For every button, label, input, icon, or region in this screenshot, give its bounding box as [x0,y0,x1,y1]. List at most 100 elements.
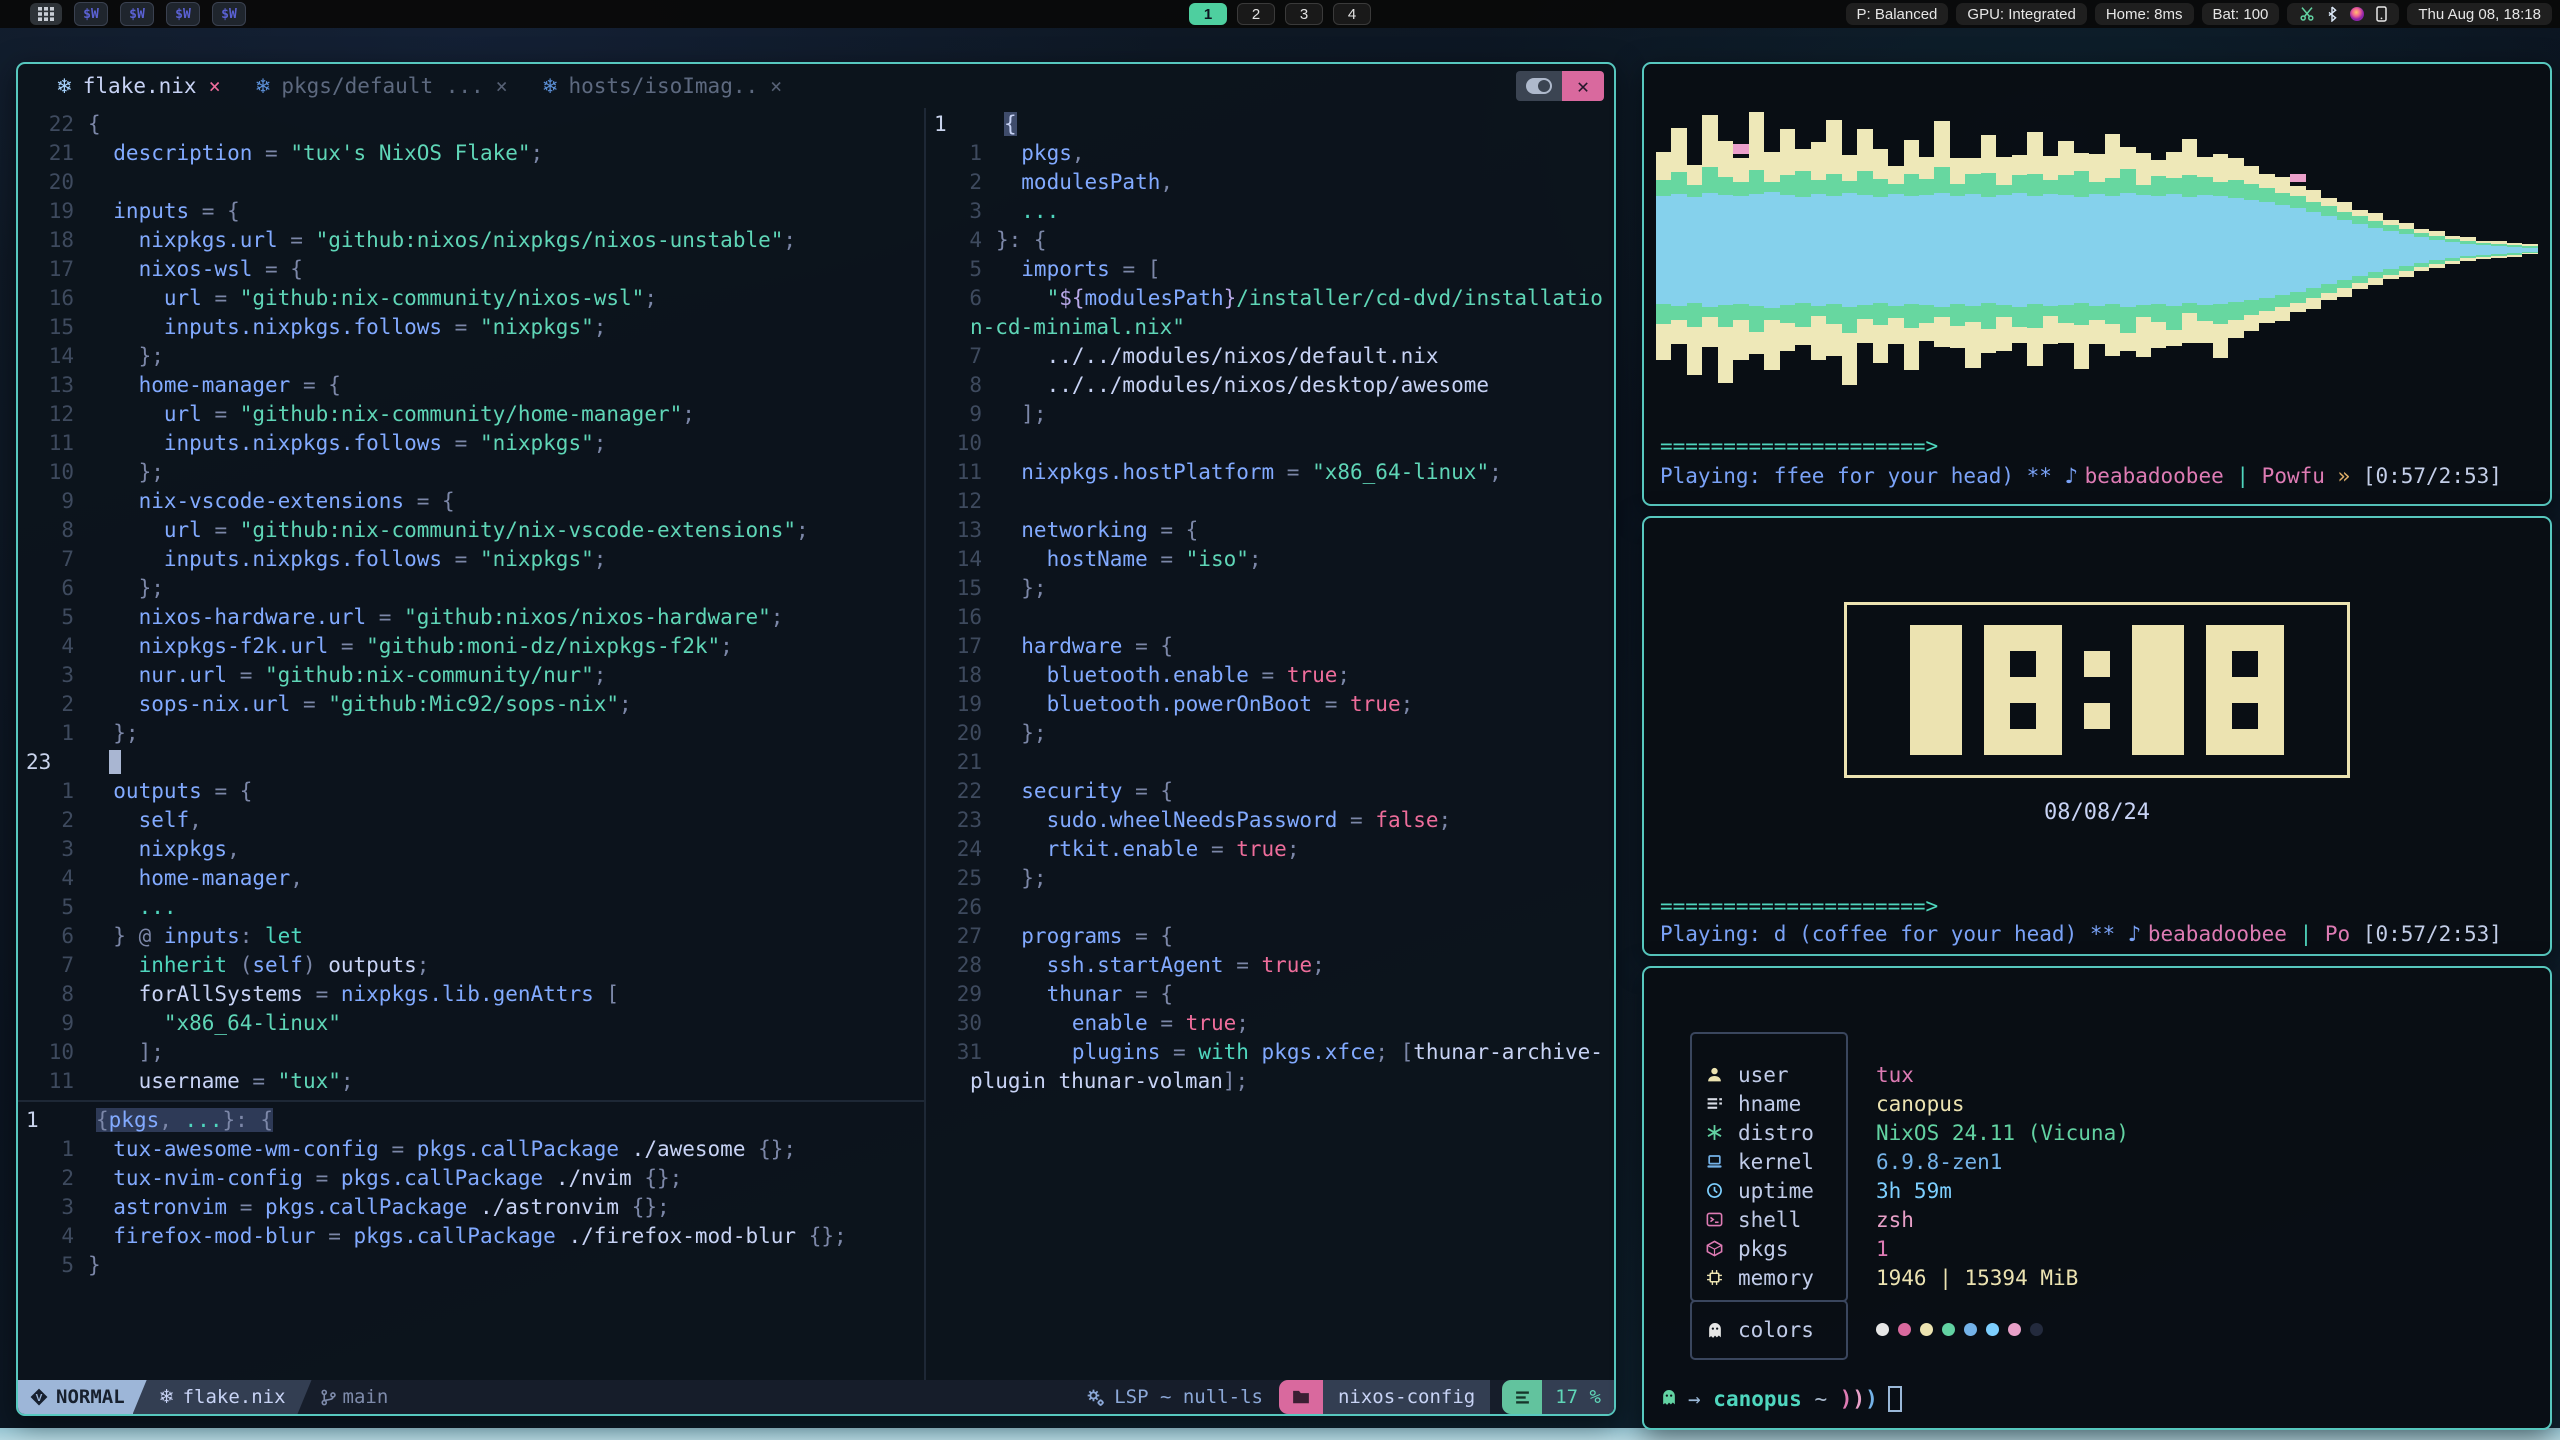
code-line: 18 nixpkgs.url = "github:nixos/nixpkgs/n… [18,226,924,255]
grid-icon [38,7,54,21]
tab-close-icon[interactable]: × [496,74,508,98]
tag-1[interactable]: 1 [1189,3,1227,25]
code-line: 4 home-manager, [18,864,924,893]
horizontal-split[interactable] [18,1100,924,1102]
code-line: 8 forAllSystems = nixpkgs.lib.genAttrs [ [18,980,924,1009]
digital-clock [1844,602,2350,778]
code-line: 3 ... [926,197,1614,226]
separator-line: =====================> [1660,434,1938,458]
workspace-button[interactable]: $W [166,2,200,26]
vim-icon: V [30,1388,48,1406]
clock-date: 08/08/24 [1644,800,2550,825]
mode-label: NORMAL [56,1386,125,1408]
bluetooth-icon[interactable] [2326,6,2338,22]
user-icon [1706,1066,1732,1084]
code-line: 19 inputs = { [18,197,924,226]
phone-icon[interactable] [2376,6,2387,22]
code-line: 17 hardware = { [926,632,1614,661]
fetch-terminal-window[interactable]: usertuxhnamecanopusdistroNixOS 24.11 (Vi… [1642,966,2552,1430]
file-label: flake.nix [183,1386,286,1408]
workspace-button[interactable]: $W [74,2,108,26]
close-button[interactable]: ✕ [1562,71,1604,101]
code-line: 6 "${modulesPath}/installer/cd-dvd/insta… [926,284,1614,313]
code-line: 6 }; [18,574,924,603]
code-area: 22{21 description = "tux's NixOS Flake";… [18,108,1614,1380]
progress-percent: 17 % [1542,1380,1614,1414]
lsp-label: LSP ~ null-ls [1114,1386,1263,1408]
now-playing-line: Playing: d (coffee for your head) ** ♪ b… [1660,922,2502,946]
shell-prompt[interactable]: → canopus ~ ))) [1660,1386,1902,1412]
lsp-status: LSP ~ null-ls [1086,1380,1263,1414]
tab-pkgs-default-[interactable]: ❄pkgs/default ...× [255,74,508,98]
code-line: 4 nixpkgs-f2k.url = "github:moni-dz/nixp… [18,632,924,661]
color-dot [1876,1323,1889,1336]
network-icon[interactable] [2299,6,2315,22]
code-line: 7 inherit (self) outputs; [18,951,924,980]
prompt-ghost-icon [1660,1387,1678,1411]
code-line: 16 url = "github:nix-community/nixos-wsl… [18,284,924,313]
clock-widget[interactable]: Thu Aug 08, 18:18 [2407,3,2552,25]
code-line: 12 url = "github:nix-community/home-mana… [18,400,924,429]
color-dot [1898,1323,1911,1336]
code-line: 12 [926,487,1614,516]
tab-close-icon[interactable]: × [209,74,221,98]
code-line: n-cd-minimal.nix" [926,313,1614,342]
terminal-cursor [1888,1386,1902,1412]
code-line: 13 networking = { [926,516,1614,545]
code-line: 9 nix-vscode-extensions = { [18,487,924,516]
code-line: 28 ssh.startAgent = true; [926,951,1614,980]
code-line: 2 modulesPath, [926,168,1614,197]
tab-close-icon[interactable]: × [770,74,782,98]
distro-icon [1706,1124,1732,1142]
code-line: 26 [926,893,1614,922]
clock-digit [1984,625,2062,755]
pane-flake-nix[interactable]: 22{21 description = "tux's NixOS Flake";… [18,110,924,1098]
workspace-button[interactable]: $W [212,2,246,26]
code-line: 5 nixos-hardware.url = "github:nixos/nix… [18,603,924,632]
fetch-row-kernel: kernel6.9.8-zen1 [1644,1147,2550,1176]
tab-hosts-isoImag-[interactable]: ❄hosts/isoImag..× [542,74,782,98]
code-line: 8 url = "github:nix-community/nix-vscode… [18,516,924,545]
code-line: 20 [18,168,924,197]
tag-4[interactable]: 4 [1333,3,1371,25]
pane-pkgs-default[interactable]: 1{pkgs, ...}: {1 tux-awesome-wm-config =… [18,1106,924,1286]
toggle-button[interactable] [1516,71,1562,101]
launcher-icon[interactable] [30,3,62,25]
fetch-row-colors: colors [1644,1315,2550,1344]
statusline: V NORMAL ❄ flake.nix main [18,1380,1614,1414]
clock-digit [2206,625,2284,755]
color-dot [1964,1323,1977,1336]
status-widget[interactable]: P: Balanced [1846,3,1949,25]
code-line: 1 outputs = { [18,777,924,806]
tab-flake-nix[interactable]: ❄flake.nix× [56,74,221,98]
memory-icon [1706,1269,1732,1287]
pane-hosts-isoimage[interactable]: 1{1 pkgs,2 modulesPath,3 ...4}: {5 impor… [926,110,1614,1098]
code-line: 2 sops-nix.url = "github:Mic92/sops-nix"… [18,690,924,719]
code-line: 5} [18,1251,924,1280]
tag-3[interactable]: 3 [1285,3,1323,25]
code-line: 19 bluetooth.powerOnBoot = true; [926,690,1614,719]
status-widget[interactable]: Bat: 100 [2202,3,2280,25]
clock-terminal-window[interactable]: 08/08/24 =====================> Playing:… [1642,516,2552,956]
nix-snowflake-icon: ❄ [255,74,272,98]
code-line: 10 ]; [18,1038,924,1067]
workspace-button[interactable]: $W [120,2,154,26]
code-line: 31 plugins = with pkgs.xfce; [thunar-arc… [926,1038,1614,1067]
visualizer-terminal-window[interactable]: =====================> Playing: ffee for… [1642,62,2552,506]
status-widget[interactable]: GPU: Integrated [1956,3,2086,25]
code-line: 9 ]; [926,400,1614,429]
topbar-right-group: P: Balanced GPU: Integrated Home: 8ms Bat: … [1846,3,2552,25]
fetch-rows: usertuxhnamecanopusdistroNixOS 24.11 (Vi… [1644,1060,2550,1344]
fire-icon[interactable] [2349,6,2365,22]
status-widget[interactable]: Home: 8ms [2095,3,2194,25]
fetch-row-shell: shellzsh [1644,1205,2550,1234]
code-line: 3 astronvim = pkgs.callPackage ./astronv… [18,1193,924,1222]
tag-2[interactable]: 2 [1237,3,1275,25]
code-line: 11 nixpkgs.hostPlatform = "x86_64-linux"… [926,458,1614,487]
color-dot [1986,1323,1999,1336]
code-line: 5 imports = [ [926,255,1614,284]
mode-indicator: V NORMAL [18,1380,149,1414]
system-tray[interactable] [2287,3,2399,25]
project-name: nixos-config [1323,1380,1490,1414]
now-playing-line: Playing: ffee for your head) ** ♪ beabad… [1660,464,2502,488]
